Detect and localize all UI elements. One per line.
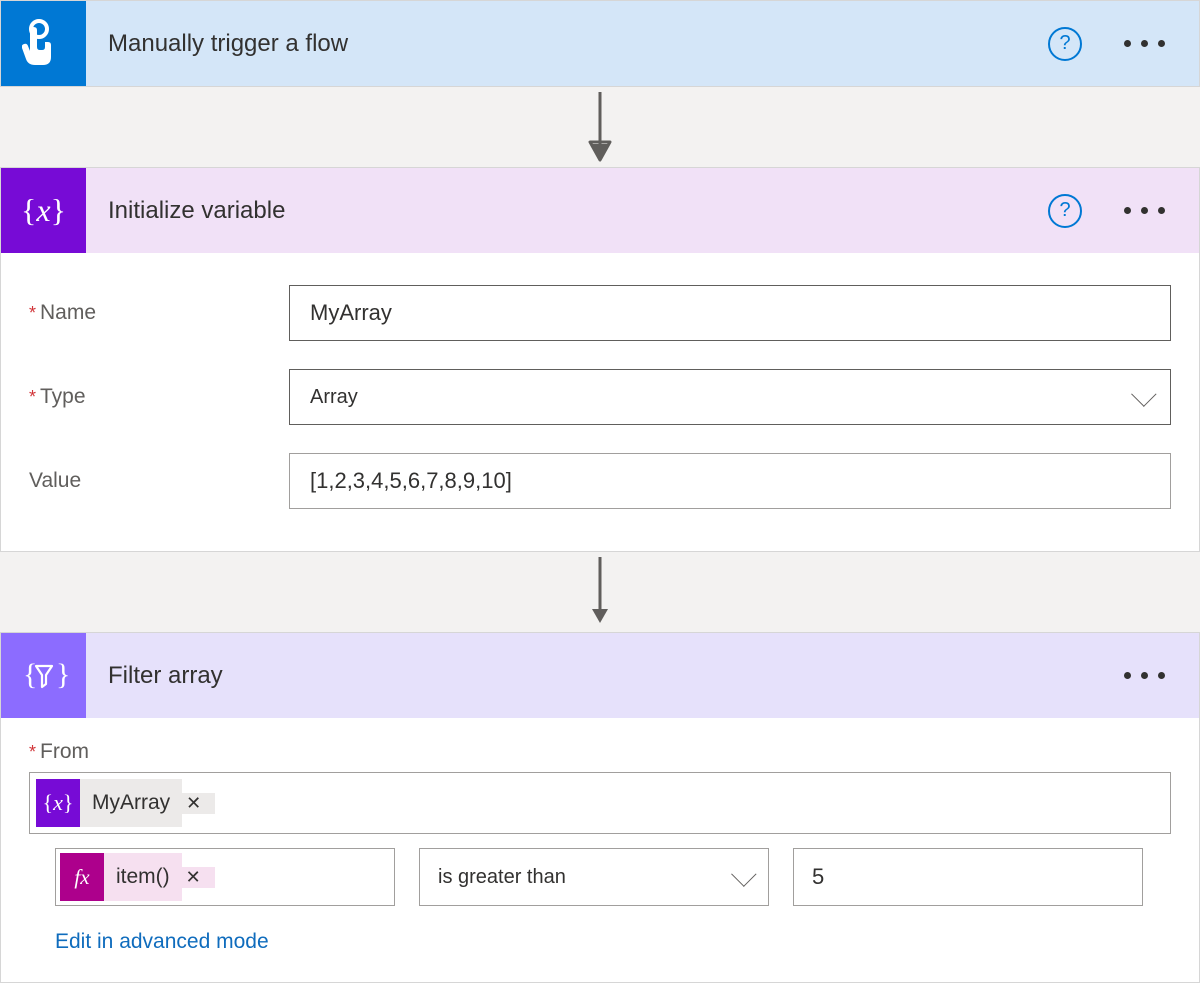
- more-menu-button[interactable]: [1104, 30, 1171, 57]
- manual-trigger-icon: [1, 1, 86, 86]
- condition-operator-value: is greater than: [438, 866, 566, 889]
- field-row-value: Value: [29, 439, 1171, 523]
- step-trigger-title: Manually trigger a flow: [108, 30, 1026, 58]
- token-label: item(): [104, 853, 182, 901]
- type-select-value: Array: [310, 386, 358, 409]
- condition-value: 5: [812, 864, 824, 890]
- svg-text:}: }: [56, 658, 68, 691]
- more-menu-button[interactable]: [1104, 662, 1171, 689]
- field-label-name: Name: [29, 301, 289, 325]
- variable-icon: {x}: [36, 779, 80, 827]
- help-icon[interactable]: ?: [1048, 27, 1082, 61]
- step-filter-title: Filter array: [108, 662, 1082, 690]
- variable-icon: {x}: [1, 168, 86, 253]
- fx-icon: fx: [60, 853, 104, 901]
- edit-advanced-mode-link[interactable]: Edit in advanced mode: [55, 930, 1171, 954]
- step-filter-array: { } Filter array From {x} MyArray ✕: [0, 632, 1200, 983]
- more-menu-button[interactable]: [1104, 197, 1171, 224]
- step-filter-body: From {x} MyArray ✕ fx item(): [1, 718, 1199, 982]
- step-initvar-body: Name Type Array Value: [1, 253, 1199, 551]
- chevron-down-icon: [1131, 381, 1156, 406]
- type-select[interactable]: Array: [289, 369, 1171, 425]
- field-label-value: Value: [29, 469, 289, 493]
- condition-left-input[interactable]: fx item() ✕: [55, 848, 395, 906]
- chevron-down-icon: [731, 861, 756, 886]
- step-initvar-header[interactable]: {x} Initialize variable ?: [1, 168, 1199, 253]
- name-input[interactable]: [289, 285, 1171, 341]
- condition-value-input[interactable]: 5: [793, 848, 1143, 906]
- help-icon[interactable]: ?: [1048, 194, 1082, 228]
- condition-row: fx item() ✕ is greater than 5: [29, 848, 1171, 906]
- field-row-type: Type Array: [29, 355, 1171, 439]
- value-input[interactable]: [289, 453, 1171, 509]
- token-remove-button[interactable]: ✕: [182, 867, 215, 888]
- step-trigger: Manually trigger a flow ?: [0, 0, 1200, 87]
- condition-operator-select[interactable]: is greater than: [419, 848, 769, 906]
- field-label-from: From: [29, 740, 1171, 764]
- from-input[interactable]: {x} MyArray ✕: [29, 772, 1171, 834]
- token-expression-item[interactable]: fx item() ✕: [60, 853, 215, 901]
- filter-array-icon: { }: [1, 633, 86, 718]
- field-row-name: Name: [29, 271, 1171, 355]
- token-remove-button[interactable]: ✕: [182, 793, 215, 814]
- step-trigger-header[interactable]: Manually trigger a flow ?: [1, 1, 1199, 86]
- step-initialize-variable: {x} Initialize variable ? Name Type Arra…: [0, 167, 1200, 552]
- svg-text:{: {: [23, 658, 37, 691]
- connector-arrow: [0, 87, 1200, 167]
- field-label-type: Type: [29, 385, 289, 409]
- token-label: MyArray: [80, 779, 182, 827]
- step-initvar-title: Initialize variable: [108, 197, 1026, 225]
- token-variable-myarray[interactable]: {x} MyArray ✕: [36, 779, 215, 827]
- connector-arrow: [0, 552, 1200, 632]
- step-filter-header[interactable]: { } Filter array: [1, 633, 1199, 718]
